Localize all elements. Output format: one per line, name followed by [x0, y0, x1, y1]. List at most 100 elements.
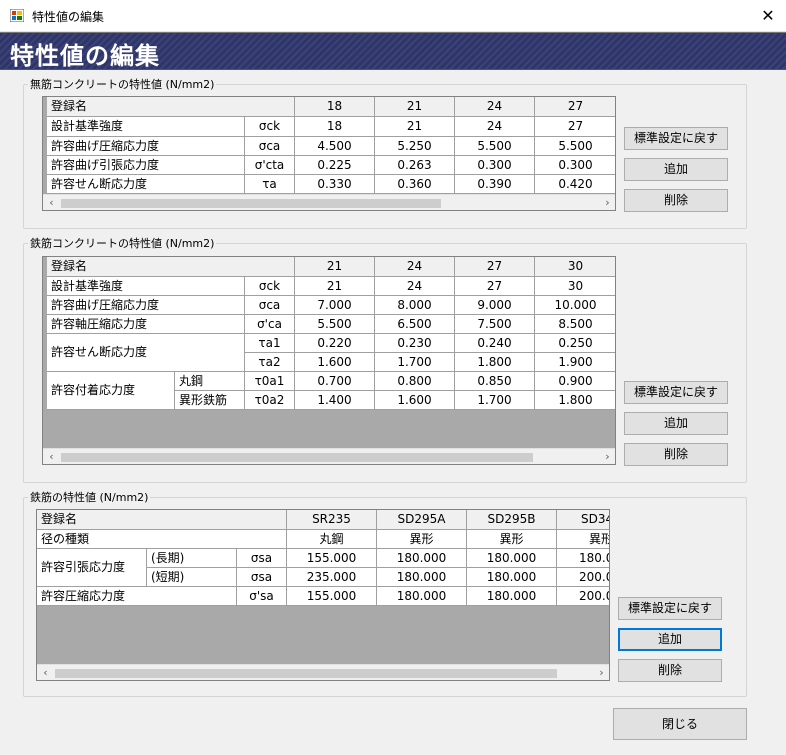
grid-cell[interactable]: 丸鋼	[287, 530, 377, 549]
grid-column-header[interactable]: 24	[375, 257, 455, 277]
grid-cell[interactable]: 0.420	[535, 175, 615, 194]
grid-cell[interactable]: 0.360	[375, 175, 455, 194]
grid-cell[interactable]: 1.600	[375, 391, 455, 410]
scroll-right-icon[interactable]: ›	[599, 195, 615, 210]
grid-cell[interactable]: 180.000	[377, 549, 467, 568]
grid-cell[interactable]: 異形	[467, 530, 557, 549]
scroll-right-icon[interactable]: ›	[599, 449, 615, 464]
rebar-add-button[interactable]: 追加	[618, 628, 722, 651]
grid-cell[interactable]: 5.500	[455, 137, 535, 156]
grid-cell[interactable]: 24	[375, 277, 455, 296]
rebar-reset-button[interactable]: 標準設定に戻す	[618, 597, 722, 620]
grid-column-header[interactable]: 27	[455, 257, 535, 277]
grid-cell[interactable]: 0.250	[535, 334, 615, 353]
horizontal-scrollbar[interactable]: ‹ ›	[43, 194, 615, 210]
grid-column-header[interactable]: 27	[535, 97, 615, 117]
rc-reset-button[interactable]: 標準設定に戻す	[624, 381, 728, 404]
grid-cell[interactable]: 異形	[377, 530, 467, 549]
grid-cell[interactable]: 0.300	[535, 156, 615, 175]
grid-cell[interactable]: 1.600	[295, 353, 375, 372]
grid-cell[interactable]: 0.225	[295, 156, 375, 175]
grid-cell[interactable]: 5.500	[295, 315, 375, 334]
scrollbar-thumb[interactable]	[55, 669, 557, 678]
grid-cell[interactable]: 21	[375, 117, 455, 137]
grid-cell[interactable]: 8.500	[535, 315, 615, 334]
row-symbol: τa	[245, 175, 295, 194]
scrollbar-thumb[interactable]	[61, 453, 533, 462]
grid-cell[interactable]: 180.0	[557, 549, 609, 568]
rc-delete-button[interactable]: 削除	[624, 443, 728, 466]
grid-column-header[interactable]: SD295B	[467, 510, 557, 530]
grid-cell[interactable]: 8.000	[375, 296, 455, 315]
grid-cell[interactable]: 1.900	[535, 353, 615, 372]
grid-cell[interactable]: 0.850	[455, 372, 535, 391]
grid-column-header[interactable]: 21	[375, 97, 455, 117]
grid-cell[interactable]: 1.400	[295, 391, 375, 410]
scroll-left-icon[interactable]: ‹	[37, 665, 54, 680]
horizontal-scrollbar[interactable]: ‹ ›	[43, 448, 615, 464]
grid-cell[interactable]: 10.000	[535, 296, 615, 315]
grid-cell[interactable]: 0.330	[295, 175, 375, 194]
grid-cell[interactable]: 27	[535, 117, 615, 137]
grid-cell[interactable]: 200.0	[557, 587, 609, 606]
grid-column-header[interactable]: 21	[295, 257, 375, 277]
grid-cell[interactable]: 異形	[557, 530, 609, 549]
row-symbol: σ'sa	[237, 587, 287, 606]
grid-cell[interactable]: 1.700	[455, 391, 535, 410]
grid-cell[interactable]: 27	[455, 277, 535, 296]
grid-cell[interactable]: 0.900	[535, 372, 615, 391]
grid-cell[interactable]: 180.000	[467, 549, 557, 568]
rc-concrete-grid[interactable]: 登録名 21 24 27 30 設計基準強度 σck 21 24 27 30 許…	[42, 256, 616, 465]
plain-reset-button[interactable]: 標準設定に戻す	[624, 127, 728, 150]
scrollbar-thumb[interactable]	[61, 199, 441, 208]
grid-cell[interactable]: 0.220	[295, 334, 375, 353]
plain-delete-button[interactable]: 削除	[624, 189, 728, 212]
grid-cell[interactable]: 180.000	[377, 587, 467, 606]
grid-column-header[interactable]: 30	[535, 257, 615, 277]
grid-cell[interactable]: 21	[295, 277, 375, 296]
rc-add-button[interactable]: 追加	[624, 412, 728, 435]
grid-column-header[interactable]: 18	[295, 97, 375, 117]
grid-cell[interactable]: 24	[455, 117, 535, 137]
grid-cell[interactable]: 1.800	[455, 353, 535, 372]
grid-cell[interactable]: 4.500	[295, 137, 375, 156]
scroll-right-icon[interactable]: ›	[593, 665, 609, 680]
grid-cell[interactable]: 180.000	[377, 568, 467, 587]
grid-cell[interactable]: 0.240	[455, 334, 535, 353]
close-icon[interactable]: ✕	[750, 0, 786, 31]
grid-cell[interactable]: 155.000	[287, 549, 377, 568]
grid-cell[interactable]: 1.700	[375, 353, 455, 372]
grid-cell[interactable]: 200.0	[557, 568, 609, 587]
grid-cell[interactable]: 7.000	[295, 296, 375, 315]
grid-cell[interactable]: 180.000	[467, 587, 557, 606]
grid-cell[interactable]: 0.263	[375, 156, 455, 175]
plain-concrete-grid[interactable]: 登録名 18 21 24 27 設計基準強度 σck 18 21 24 27 許…	[42, 96, 616, 211]
grid-cell[interactable]: 30	[535, 277, 615, 296]
grid-column-header[interactable]: SR235	[287, 510, 377, 530]
rebar-grid[interactable]: 登録名 SR235 SD295A SD295B SD34 径の種類 丸鋼 異形 …	[36, 509, 610, 681]
grid-cell[interactable]: 0.800	[375, 372, 455, 391]
grid-cell[interactable]: 0.300	[455, 156, 535, 175]
plain-add-button[interactable]: 追加	[624, 158, 728, 181]
grid-cell[interactable]: 7.500	[455, 315, 535, 334]
grid-cell[interactable]: 180.000	[467, 568, 557, 587]
grid-cell[interactable]: 0.230	[375, 334, 455, 353]
grid-cell[interactable]: 5.500	[535, 137, 615, 156]
grid-cell[interactable]: 9.000	[455, 296, 535, 315]
grid-cell[interactable]: 0.390	[455, 175, 535, 194]
close-button[interactable]: 閉じる	[613, 708, 747, 740]
grid-cell[interactable]: 235.000	[287, 568, 377, 587]
rebar-delete-button[interactable]: 削除	[618, 659, 722, 682]
grid-column-header[interactable]: SD295A	[377, 510, 467, 530]
grid-cell[interactable]: 6.500	[375, 315, 455, 334]
grid-column-header[interactable]: 24	[455, 97, 535, 117]
horizontal-scrollbar[interactable]: ‹ ›	[37, 664, 609, 680]
scroll-left-icon[interactable]: ‹	[43, 195, 60, 210]
grid-cell[interactable]: 155.000	[287, 587, 377, 606]
grid-cell[interactable]: 0.700	[295, 372, 375, 391]
grid-cell[interactable]: 18	[295, 117, 375, 137]
scroll-left-icon[interactable]: ‹	[43, 449, 60, 464]
grid-cell[interactable]: 1.800	[535, 391, 615, 410]
grid-cell[interactable]: 5.250	[375, 137, 455, 156]
grid-column-header[interactable]: SD34	[557, 510, 609, 530]
